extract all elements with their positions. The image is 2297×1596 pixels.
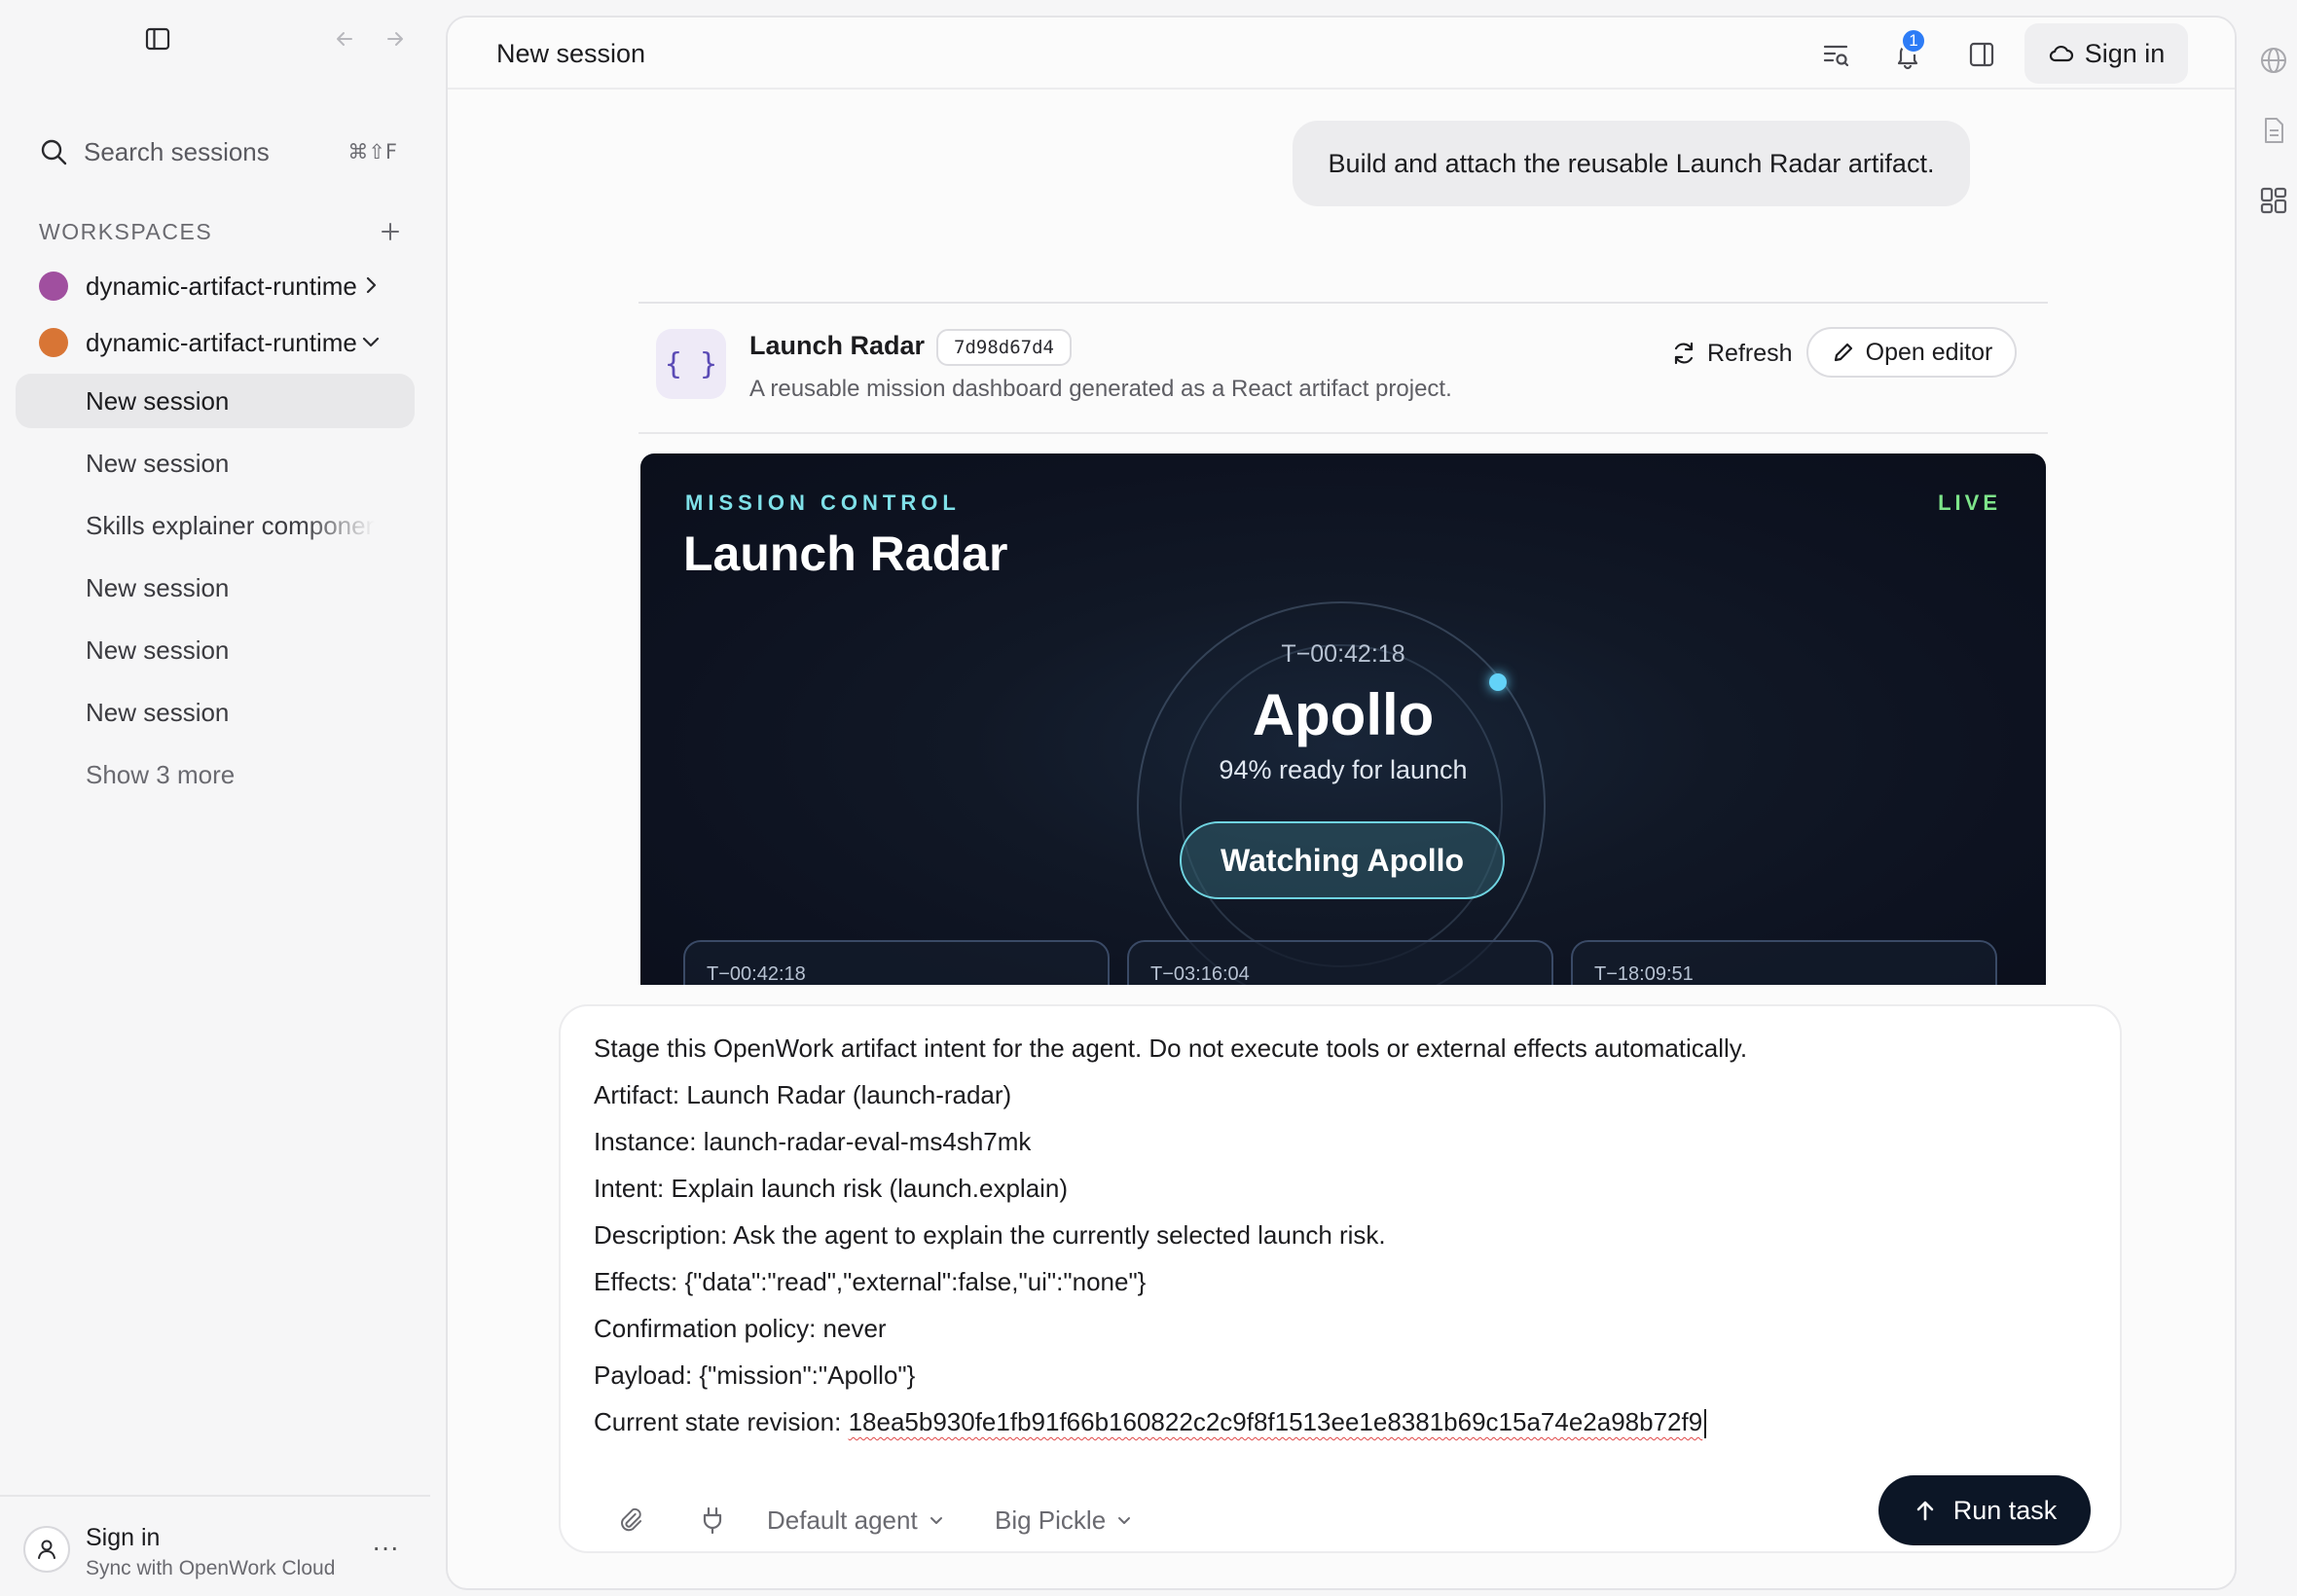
session-item[interactable]: New session <box>16 436 415 490</box>
open-editor-label: Open editor <box>1865 338 1993 366</box>
workspace-item[interactable]: dynamic-artifact-runtime <box>27 261 397 311</box>
cloud-icon <box>2049 45 2073 62</box>
open-editor-button[interactable]: Open editor <box>1806 327 2017 378</box>
sidebar-toolbar <box>0 0 430 74</box>
mission-tile[interactable]: T−03:16:04 <box>1127 940 1553 985</box>
live-status: LIVE <box>1938 490 2001 515</box>
artifact-card: { } Launch Radar 7d98d67d4 A reusable mi… <box>638 302 2048 985</box>
globe-icon[interactable] <box>2256 43 2291 78</box>
model-select[interactable]: Big Pickle <box>995 1499 1133 1542</box>
workspace-color-dot <box>39 328 68 357</box>
workspaces-header: WORKSPACES <box>39 216 401 247</box>
countdown: T−00:42:18 <box>1281 640 1405 668</box>
artifact-preview: MISSION CONTROL LIVE Launch Radar T−00:4… <box>640 453 2046 985</box>
refresh-label: Refresh <box>1707 339 1793 367</box>
artifact-hash: 7d98d67d4 <box>936 329 1072 366</box>
preview-eyebrow: MISSION CONTROL <box>685 490 961 515</box>
prompt-line[interactable]: Intent: Explain launch risk (launch.expl… <box>594 1174 1068 1204</box>
footer-sign-in[interactable]: Sign in <box>86 1524 160 1552</box>
workspace-name: dynamic-artifact-runtime <box>86 327 357 357</box>
prompt-line[interactable]: Current state revision: 18ea5b930fe1fb91… <box>594 1407 1707 1439</box>
sign-in-button[interactable]: Sign in <box>2024 23 2188 84</box>
workspaces-label: WORKSPACES <box>39 218 213 244</box>
panel-icon[interactable] <box>1956 31 2007 78</box>
sidebar-footer: Sign in Sync with OpenWork Cloud ··· <box>0 1495 430 1596</box>
sidebar-toggle-icon[interactable] <box>140 21 175 56</box>
paperclip-icon[interactable] <box>607 1497 654 1543</box>
prompt-line[interactable]: Confirmation policy: never <box>594 1314 887 1344</box>
search-label: Search sessions <box>84 136 270 166</box>
revision-value: 18ea5b930fe1fb91f66b160822c2c9f8f1513ee1… <box>848 1407 1703 1436</box>
readiness-text: 94% ready for launch <box>1219 755 1468 784</box>
tile-countdown: T−00:42:18 <box>707 963 806 985</box>
main-panel: New session 1 Sign in Build and attach t… <box>446 16 2237 1590</box>
search-sessions[interactable]: Search sessions ⌘⇧F <box>27 127 409 177</box>
session-item[interactable]: New session <box>16 685 415 740</box>
prompt-line[interactable]: Artifact: Launch Radar (launch-radar) <box>594 1080 1011 1110</box>
search-icon <box>39 137 68 166</box>
braces-icon: { } <box>656 329 726 399</box>
arrow-left-icon[interactable] <box>327 21 362 56</box>
app-window: Search sessions ⌘⇧F WORKSPACES dynamic-a… <box>0 0 2297 1596</box>
revision-label: Current state revision: <box>594 1407 849 1436</box>
plug-icon[interactable] <box>689 1497 736 1543</box>
search-list-icon[interactable] <box>1810 31 1861 78</box>
agent-select[interactable]: Default agent <box>767 1499 945 1542</box>
notification-badge: 1 <box>1900 27 1927 54</box>
workspace-name: dynamic-artifact-runtime <box>86 271 357 301</box>
prompt-line[interactable]: Stage this OpenWork artifact intent for … <box>594 1034 1747 1064</box>
run-task-button[interactable]: Run task <box>1878 1475 2091 1545</box>
text-cursor <box>1704 1409 1707 1439</box>
agent-select-label: Default agent <box>767 1505 918 1535</box>
workspace-color-dot <box>39 272 68 301</box>
arrow-right-icon[interactable] <box>378 21 413 56</box>
plus-icon[interactable] <box>380 221 401 242</box>
watching-button[interactable]: Watching Apollo <box>1180 821 1505 899</box>
arrow-up-icon <box>1916 1501 1934 1521</box>
prompt-line[interactable]: Description: Ask the agent to explain th… <box>594 1220 1386 1251</box>
refresh-button[interactable]: Refresh <box>1660 329 1803 378</box>
prompt-line[interactable]: Instance: launch-radar-eval-ms4sh7mk <box>594 1127 1031 1157</box>
pencil-icon <box>1834 343 1852 362</box>
search-shortcut: ⌘⇧F <box>347 140 397 163</box>
tile-countdown: T−03:16:04 <box>1150 963 1250 985</box>
tile-countdown: T−18:09:51 <box>1594 963 1694 985</box>
chevron-right-icon[interactable] <box>360 274 382 296</box>
session-item[interactable]: New session <box>16 623 415 677</box>
chevron-down-icon <box>930 1517 942 1524</box>
user-message: Build and attach the reusable Launch Rad… <box>1293 121 1970 206</box>
session-item[interactable]: New session <box>16 561 415 615</box>
run-task-label: Run task <box>1952 1495 2058 1525</box>
topbar: New session 1 Sign in <box>448 18 2235 90</box>
footer-subtitle: Sync with OpenWork Cloud <box>86 1557 336 1579</box>
sign-in-label: Sign in <box>2084 38 2166 68</box>
mission-name: Apollo <box>1252 682 1435 747</box>
document-icon[interactable] <box>2256 113 2291 148</box>
sidebar: Search sessions ⌘⇧F WORKSPACES dynamic-a… <box>0 0 430 1596</box>
artifact-title: Launch Radar <box>749 331 926 360</box>
mission-tile[interactable]: T−18:09:51 <box>1571 940 1997 985</box>
session-item[interactable]: New session <box>16 374 415 428</box>
artifact-header: { } Launch Radar 7d98d67d4 A reusable mi… <box>638 304 2048 434</box>
composer[interactable]: Stage this OpenWork artifact intent for … <box>559 1004 2122 1553</box>
user-icon[interactable] <box>23 1526 70 1573</box>
page-title: New session <box>496 39 646 68</box>
session-item[interactable]: Skills explainer component <box>16 498 415 553</box>
preview-title: Launch Radar <box>683 526 1008 581</box>
more-options-icon[interactable]: ··· <box>372 1532 399 1563</box>
grid-icon[interactable] <box>2256 183 2291 218</box>
artifact-description: A reusable mission dashboard generated a… <box>749 376 1452 402</box>
mission-tile[interactable]: T−00:42:18 <box>683 940 1110 985</box>
chevron-down-icon[interactable] <box>360 331 382 352</box>
model-select-label: Big Pickle <box>995 1505 1107 1535</box>
prompt-line[interactable]: Payload: {"mission":"Apollo"} <box>594 1360 915 1391</box>
show-more-link[interactable]: Show 3 more <box>16 747 415 802</box>
refresh-icon <box>1674 342 1694 365</box>
workspace-item[interactable]: dynamic-artifact-runtime <box>27 317 397 368</box>
chevron-down-icon <box>1118 1517 1131 1524</box>
prompt-line[interactable]: Effects: {"data":"read","external":false… <box>594 1267 1146 1297</box>
